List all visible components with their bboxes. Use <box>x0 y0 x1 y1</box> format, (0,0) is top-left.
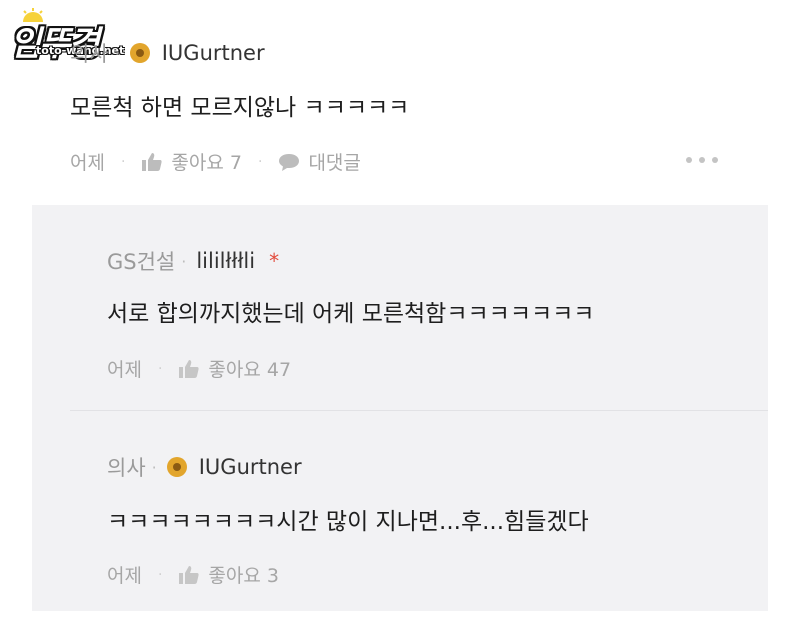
comment-actions: 어제 · 좋아요 7 · 대댓글 <box>70 148 361 175</box>
comment-time: 어제 <box>70 152 105 174</box>
thumbs-up-icon <box>179 565 200 584</box>
author-marker: * <box>269 249 280 273</box>
reply-actions: 어제 · 좋아요 3 <box>107 561 279 588</box>
comment-item: 의사 · IUGurtner 모른척 하면 모르지않나 ㅋㅋㅋㅋㅋ 어제 · 좋… <box>0 0 800 200</box>
level-badge-icon <box>166 457 187 477</box>
reply-time: 어제 <box>107 565 142 587</box>
reply-text: ㅋㅋㅋㅋㅋㅋㅋㅋ시간 많이 지나면...후...힘들겠다 <box>107 509 589 535</box>
reply-button[interactable]: 대댓글 <box>278 148 361 175</box>
reply-text: 서로 합의까지했는데 어케 모른척함ㅋㅋㅋㅋㅋㅋㅋ <box>107 301 595 327</box>
separator-dot: · <box>157 360 163 377</box>
comment-text: 모른척 하면 모르지않나 ㅋㅋㅋㅋㅋ <box>70 95 410 121</box>
like-count: 좋아요 47 <box>208 359 292 381</box>
thumbs-up-icon <box>179 359 200 378</box>
separator-dot: · <box>114 43 120 63</box>
speech-bubble-icon <box>279 153 300 171</box>
separator-dot: · <box>181 251 187 271</box>
like-button[interactable]: 좋아요 47 <box>178 355 291 382</box>
author-name[interactable]: IUGurtner <box>162 41 265 65</box>
author-role: 의사 <box>107 456 146 480</box>
divider <box>70 410 768 411</box>
author-name[interactable]: lililłłłli <box>196 249 255 273</box>
reply-actions: 어제 · 좋아요 47 <box>107 355 291 382</box>
separator-dot: · <box>120 153 126 170</box>
like-count: 좋아요 7 <box>171 152 242 174</box>
more-options-icon[interactable] <box>686 152 718 168</box>
author-name[interactable]: IUGurtner <box>199 455 302 479</box>
comment-meta: 의사 · IUGurtner <box>70 38 265 68</box>
reply-meta: 의사 · IUGurtner <box>107 452 302 482</box>
like-button[interactable]: 좋아요 3 <box>178 561 279 588</box>
level-badge-icon <box>129 43 150 63</box>
like-button[interactable]: 좋아요 7 <box>141 148 242 175</box>
replies-panel: GS건설 · lililłłłli * 서로 합의까지했는데 어케 모른척함ㅋㅋ… <box>32 205 768 611</box>
thumbs-up-icon <box>142 152 163 171</box>
author-role: GS건설 <box>107 250 176 274</box>
separator-dot: · <box>151 457 157 477</box>
reply-label: 대댓글 <box>308 152 361 174</box>
like-count: 좋아요 3 <box>208 565 279 587</box>
separator-dot: · <box>157 566 163 583</box>
separator-dot: · <box>258 153 263 170</box>
reply-time: 어제 <box>107 359 142 381</box>
reply-meta: GS건설 · lililłłłli * <box>107 246 279 276</box>
author-role: 의사 <box>70 42 109 66</box>
